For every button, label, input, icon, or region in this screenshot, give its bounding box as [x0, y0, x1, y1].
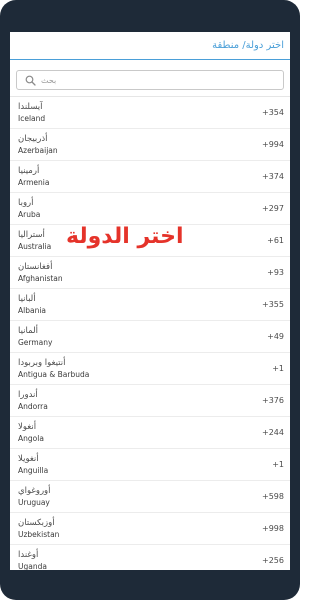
- country-names: أستراليا Australia: [18, 230, 51, 250]
- country-name-english: Uganda: [18, 561, 47, 570]
- country-names: ألبانيا Albania: [18, 294, 46, 314]
- dial-code: +354: [262, 108, 284, 117]
- dial-code: +355: [262, 300, 284, 309]
- search-input[interactable]: [41, 75, 277, 85]
- country-names: أنتيغوا وبربودا Antigua & Barbuda: [18, 358, 89, 378]
- page-title: اختر دولة/ منطقة: [212, 40, 284, 51]
- country-row[interactable]: ألمانيا Germany +49: [10, 321, 290, 353]
- country-name-english: Aruba: [18, 209, 41, 219]
- country-names: ألمانيا Germany: [18, 326, 52, 346]
- country-name-english: Afghanistan: [18, 273, 63, 283]
- country-row[interactable]: أنتيغوا وبربودا Antigua & Barbuda +1: [10, 353, 290, 385]
- phone-frame: اختر دولة/ منطقة آيسلنداIceland +354 أذربي…: [0, 0, 300, 600]
- country-names: أندورا Andorra: [18, 390, 48, 410]
- dial-code: +256: [262, 556, 284, 565]
- country-name-arabic: أفغانستان: [18, 262, 53, 273]
- dial-code: +297: [262, 204, 284, 213]
- country-name-arabic: أستراليا: [18, 230, 45, 241]
- country-name-english: Andorra: [18, 401, 48, 411]
- dial-code: +1: [272, 364, 284, 373]
- country-name-arabic: أروبا: [18, 198, 34, 209]
- country-name-english: Uzbekistan: [18, 529, 60, 539]
- country-name-english: Azerbaijan: [18, 145, 58, 155]
- country-name-english: Germany: [18, 337, 53, 347]
- country-name-english: Australia: [18, 241, 52, 251]
- dial-code: +49: [267, 332, 284, 341]
- country-name-arabic: أنغويلا: [18, 454, 39, 465]
- country-names: آيسلندا Iceland: [18, 102, 45, 122]
- dial-code: +93: [267, 268, 284, 277]
- header-bar: اختر دولة/ منطقة: [10, 32, 290, 60]
- dial-code: +998: [262, 524, 284, 533]
- dial-code: +994: [262, 140, 284, 149]
- country-name-arabic: أوروغواي: [18, 486, 51, 497]
- search-area: [10, 60, 290, 96]
- country-name-arabic: ألبانيا: [18, 294, 36, 305]
- country-name-english: Antigua & Barbuda: [18, 369, 90, 379]
- country-row[interactable]: أستراليا Australia +61: [10, 225, 290, 257]
- search-icon: [23, 73, 37, 87]
- country-name-arabic: أندورا: [18, 390, 38, 401]
- country-row[interactable]: أوغندا Uganda +256: [10, 545, 290, 570]
- dial-code: +244: [262, 428, 284, 437]
- country-row[interactable]: آيسلندا Iceland +354: [10, 97, 290, 129]
- dial-code: +61: [267, 236, 284, 245]
- country-row[interactable]: ألبانيا Albania +355: [10, 289, 290, 321]
- country-name-english: Albania: [18, 305, 47, 315]
- country-names: أوغندا Uganda: [18, 550, 47, 570]
- dial-code: +1: [272, 460, 284, 469]
- country-name-english: Armenia: [18, 177, 50, 187]
- dial-code: +374: [262, 172, 284, 181]
- country-row[interactable]: أوزبكستان Uzbekistan +998: [10, 513, 290, 545]
- country-names: أنغولا Angola: [18, 422, 44, 442]
- country-names: أوروغواي Uruguay: [18, 486, 51, 506]
- country-name-english: Uruguay: [18, 497, 50, 507]
- country-name-english: Iceland: [18, 113, 46, 123]
- country-list: آيسلندا Iceland +354 أذربيجان Azerbaijan +994…: [10, 96, 290, 570]
- search-box[interactable]: [16, 70, 284, 90]
- country-name-arabic: أوغندا: [18, 550, 39, 561]
- country-name-arabic: أنغولا: [18, 422, 37, 433]
- country-row[interactable]: أوروغواي Uruguay +598: [10, 481, 290, 513]
- dial-code: +376: [262, 396, 284, 405]
- country-name-arabic: أذربيجان: [18, 134, 48, 145]
- country-names: أروبا Aruba: [18, 198, 40, 218]
- country-name-arabic: أرمينيا: [18, 166, 40, 177]
- country-name-arabic: أنتيغوا وبربودا: [18, 358, 66, 369]
- country-name-english: Angola: [18, 433, 44, 443]
- country-names: أفغانستان Afghanistan: [18, 262, 63, 282]
- country-row[interactable]: أروبا Aruba +297: [10, 193, 290, 225]
- screen: اختر دولة/ منطقة آيسلنداIceland +354 أذربي…: [10, 32, 290, 570]
- dial-code: +598: [262, 492, 284, 501]
- country-row[interactable]: أفغانستان Afghanistan +93: [10, 257, 290, 289]
- country-row[interactable]: أنغولا Angola +244: [10, 417, 290, 449]
- country-names: أرمينيا Armenia: [18, 166, 49, 186]
- country-row[interactable]: أرمينيا Armenia +374: [10, 161, 290, 193]
- country-row[interactable]: أنغويلا Anguilla +1: [10, 449, 290, 481]
- country-row[interactable]: أذربيجان Azerbaijan +994: [10, 129, 290, 161]
- country-name-arabic: أوزبكستان: [18, 518, 55, 529]
- country-name-english: Anguilla: [18, 465, 49, 475]
- country-name-arabic: ألمانيا: [18, 326, 38, 337]
- country-name-arabic: آيسلندا: [18, 102, 43, 113]
- country-row[interactable]: أندورا Andorra +376: [10, 385, 290, 417]
- country-names: أنغويلا Anguilla: [18, 454, 48, 474]
- country-names: أوزبكستان Uzbekistan: [18, 518, 59, 538]
- country-names: أذربيجان Azerbaijan: [18, 134, 58, 154]
